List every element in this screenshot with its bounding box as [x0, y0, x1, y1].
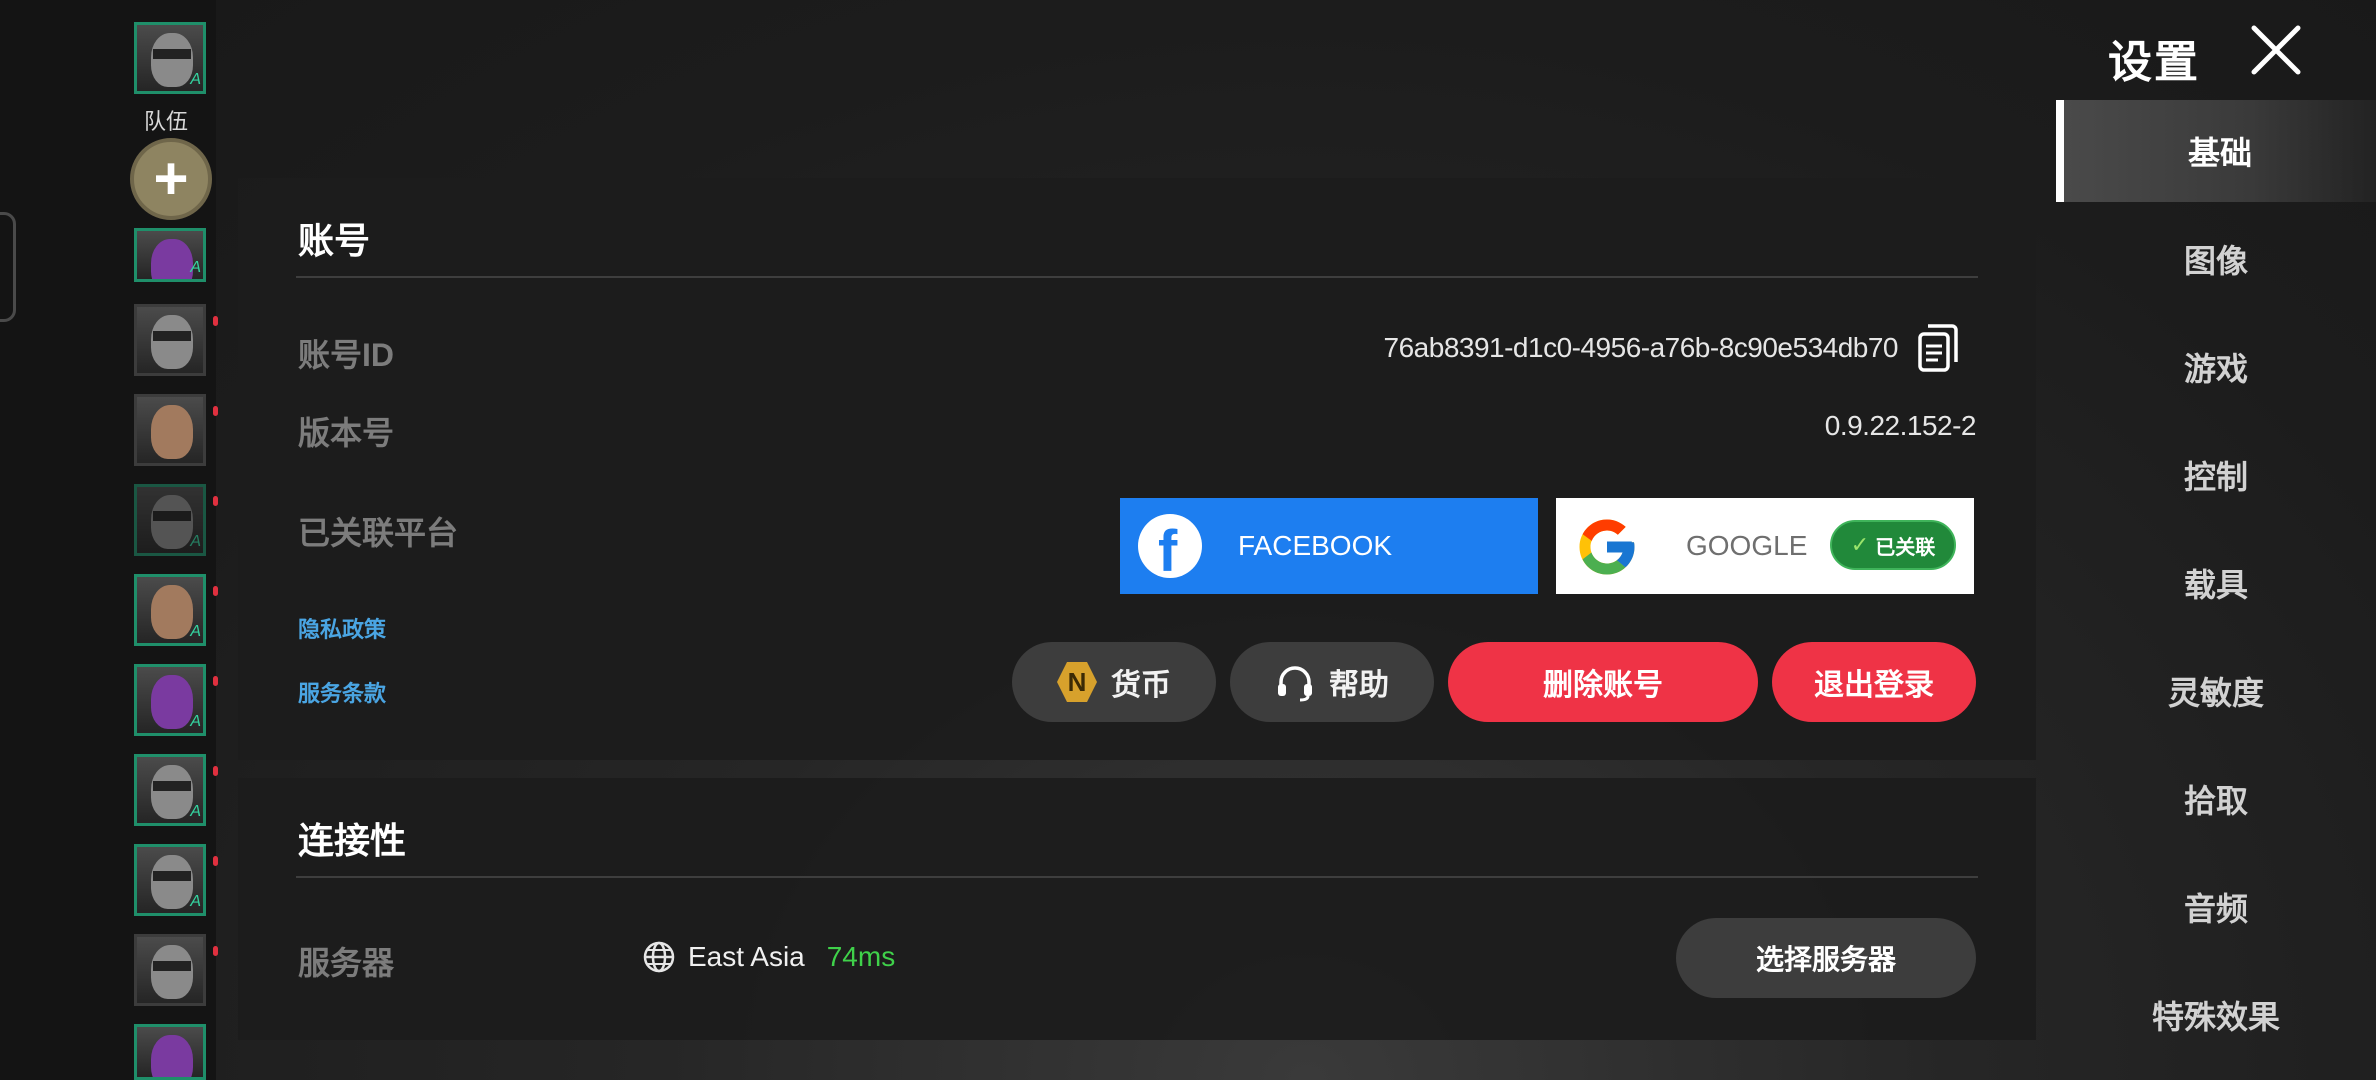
server-info: East Asia 74ms	[642, 940, 895, 974]
divider	[296, 276, 1978, 278]
help-button[interactable]: 帮助	[1230, 642, 1434, 722]
status-dot	[213, 406, 218, 416]
nav-item-audio[interactable]: 音频	[2056, 856, 2376, 958]
ping-value: 74ms	[826, 941, 896, 972]
close-button[interactable]	[2248, 22, 2304, 78]
avatar[interactable]: A	[134, 228, 206, 282]
add-member-button[interactable]: +	[130, 138, 212, 220]
help-label: 帮助	[1329, 669, 1389, 702]
nav-item-vehicles[interactable]: 载具	[2056, 532, 2376, 634]
divider	[296, 876, 1978, 878]
terms-of-service-link[interactable]: 服务条款	[298, 676, 386, 708]
facebook-label: FACEBOOK	[1238, 530, 1393, 561]
team-collapse-tab[interactable]	[0, 212, 16, 322]
team-sidebar: A 队伍 + A A A A A A	[0, 0, 218, 1080]
team-leader-avatar[interactable]: A	[134, 22, 206, 94]
nav-item-graphics[interactable]: 图像	[2056, 208, 2376, 310]
connectivity-panel: 连接性 服务器 East Asia 74ms 选择服务器	[238, 778, 2036, 1040]
linked-platforms-label: 已关联平台	[298, 515, 459, 551]
facebook-link-button[interactable]: f FACEBOOK	[1120, 498, 1538, 594]
nav-item-sensitivity[interactable]: 灵敏度	[2056, 640, 2376, 742]
nav-item-game[interactable]: 游戏	[2056, 316, 2376, 418]
headset-icon	[1278, 666, 1312, 702]
version-label: 版本号	[298, 415, 395, 451]
avatar[interactable]: A	[134, 484, 206, 556]
avatar[interactable]: A	[134, 664, 206, 736]
delete-account-button[interactable]: 删除账号	[1448, 642, 1758, 722]
status-dot	[213, 766, 218, 776]
google-icon	[1579, 519, 1635, 575]
connectivity-section-title: 连接性	[298, 820, 407, 861]
facebook-icon: f	[1138, 514, 1202, 584]
currency-icon: N	[1057, 662, 1097, 702]
nav-item-pickup[interactable]: 拾取	[2056, 748, 2376, 850]
avatar[interactable]	[134, 934, 206, 1006]
privacy-policy-link[interactable]: 隐私政策	[298, 612, 386, 644]
linked-status-badge: ✓ 已关联	[1830, 520, 1956, 570]
avatar[interactable]: A	[134, 844, 206, 916]
google-label: GOOGLE	[1686, 530, 1808, 561]
nav-item-basic[interactable]: 基础	[2056, 100, 2376, 202]
nav-item-special-effects[interactable]: 特殊效果	[2056, 964, 2376, 1066]
logout-button[interactable]: 退出登录	[1772, 642, 1976, 722]
status-dot	[213, 496, 218, 506]
close-icon	[2251, 25, 2301, 75]
status-dot	[213, 856, 218, 866]
status-dot	[213, 316, 218, 326]
version-value: 0.9.22.152-2	[1824, 410, 1977, 441]
avatar[interactable]	[134, 1024, 206, 1080]
account-id-value: 76ab8391-d1c0-4956-a76b-8c90e534db70	[1383, 332, 1899, 363]
copy-id-button[interactable]	[1916, 322, 1960, 374]
account-section-title: 账号	[298, 220, 371, 261]
server-name: East Asia	[688, 941, 805, 972]
avatar[interactable]: A	[134, 574, 206, 646]
google-link-button[interactable]: GOOGLE ✓ 已关联	[1556, 498, 1974, 594]
nav-item-controls[interactable]: 控制	[2056, 424, 2376, 526]
plus-icon: +	[153, 145, 189, 212]
status-dot	[213, 946, 218, 956]
account-panel: 账号 账号ID 76ab8391-d1c0-4956-a76b-8c90e534…	[238, 178, 2036, 760]
currency-button[interactable]: N 货币	[1012, 642, 1216, 722]
avatar[interactable]	[134, 394, 206, 466]
status-dot	[213, 676, 218, 686]
select-server-button[interactable]: 选择服务器	[1676, 918, 1976, 998]
page-title: 设置	[2108, 38, 2200, 87]
check-icon: ✓	[1850, 532, 1870, 557]
avatar[interactable]	[134, 304, 206, 376]
status-dot	[213, 586, 218, 596]
team-label: 队伍	[143, 109, 188, 134]
avatar[interactable]: A	[134, 754, 206, 826]
globe-icon	[643, 941, 675, 973]
currency-label: 货币	[1111, 669, 1171, 702]
account-id-label: 账号ID	[298, 337, 395, 373]
server-label: 服务器	[298, 945, 395, 981]
copy-icon	[1918, 324, 1958, 372]
